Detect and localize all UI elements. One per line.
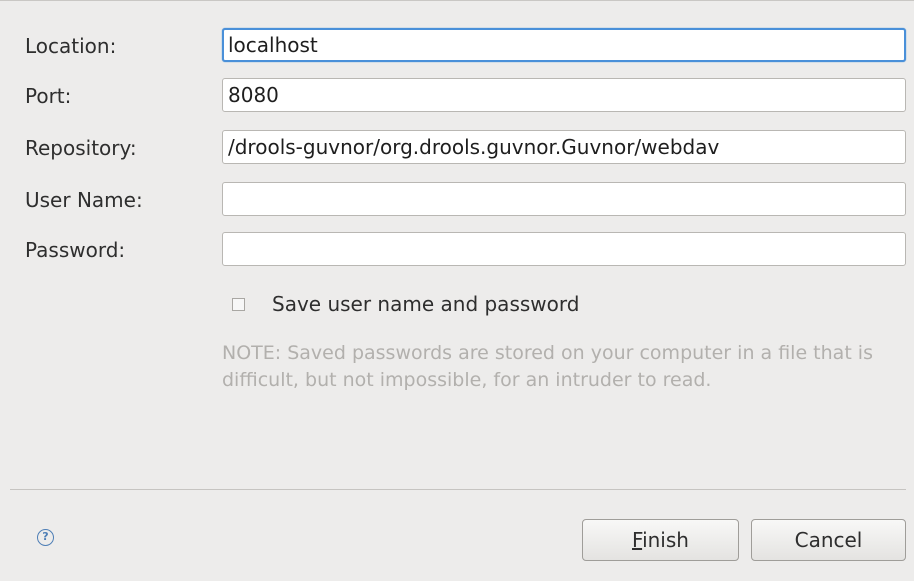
- password-row: Password:: [0, 230, 914, 270]
- port-input[interactable]: [222, 78, 906, 112]
- save-credentials-checkbox[interactable]: [232, 298, 245, 311]
- username-row: User Name:: [0, 180, 914, 220]
- location-row: Location:: [0, 26, 914, 66]
- finish-label: inish: [642, 528, 689, 552]
- password-input[interactable]: [222, 232, 906, 266]
- button-bar-separator: [10, 489, 906, 490]
- repository-label: Repository:: [25, 136, 137, 160]
- location-label: Location:: [25, 34, 117, 58]
- save-credentials-label[interactable]: Save user name and password: [272, 288, 579, 320]
- cancel-button[interactable]: Cancel: [751, 519, 906, 561]
- port-row: Port:: [0, 76, 914, 116]
- password-label: Password:: [25, 238, 126, 262]
- username-label: User Name:: [25, 188, 143, 212]
- repository-input[interactable]: [222, 130, 906, 164]
- repository-row: Repository:: [0, 128, 914, 168]
- help-icon[interactable]: ?: [37, 529, 54, 546]
- finish-mnemonic: F: [632, 528, 643, 552]
- username-input[interactable]: [222, 182, 906, 216]
- connection-form: Location: Port: Repository: User Name: P…: [0, 0, 914, 488]
- port-label: Port:: [25, 84, 72, 108]
- location-input[interactable]: [222, 28, 906, 62]
- password-note: NOTE: Saved passwords are stored on your…: [222, 342, 873, 391]
- finish-button[interactable]: Finish: [582, 519, 739, 561]
